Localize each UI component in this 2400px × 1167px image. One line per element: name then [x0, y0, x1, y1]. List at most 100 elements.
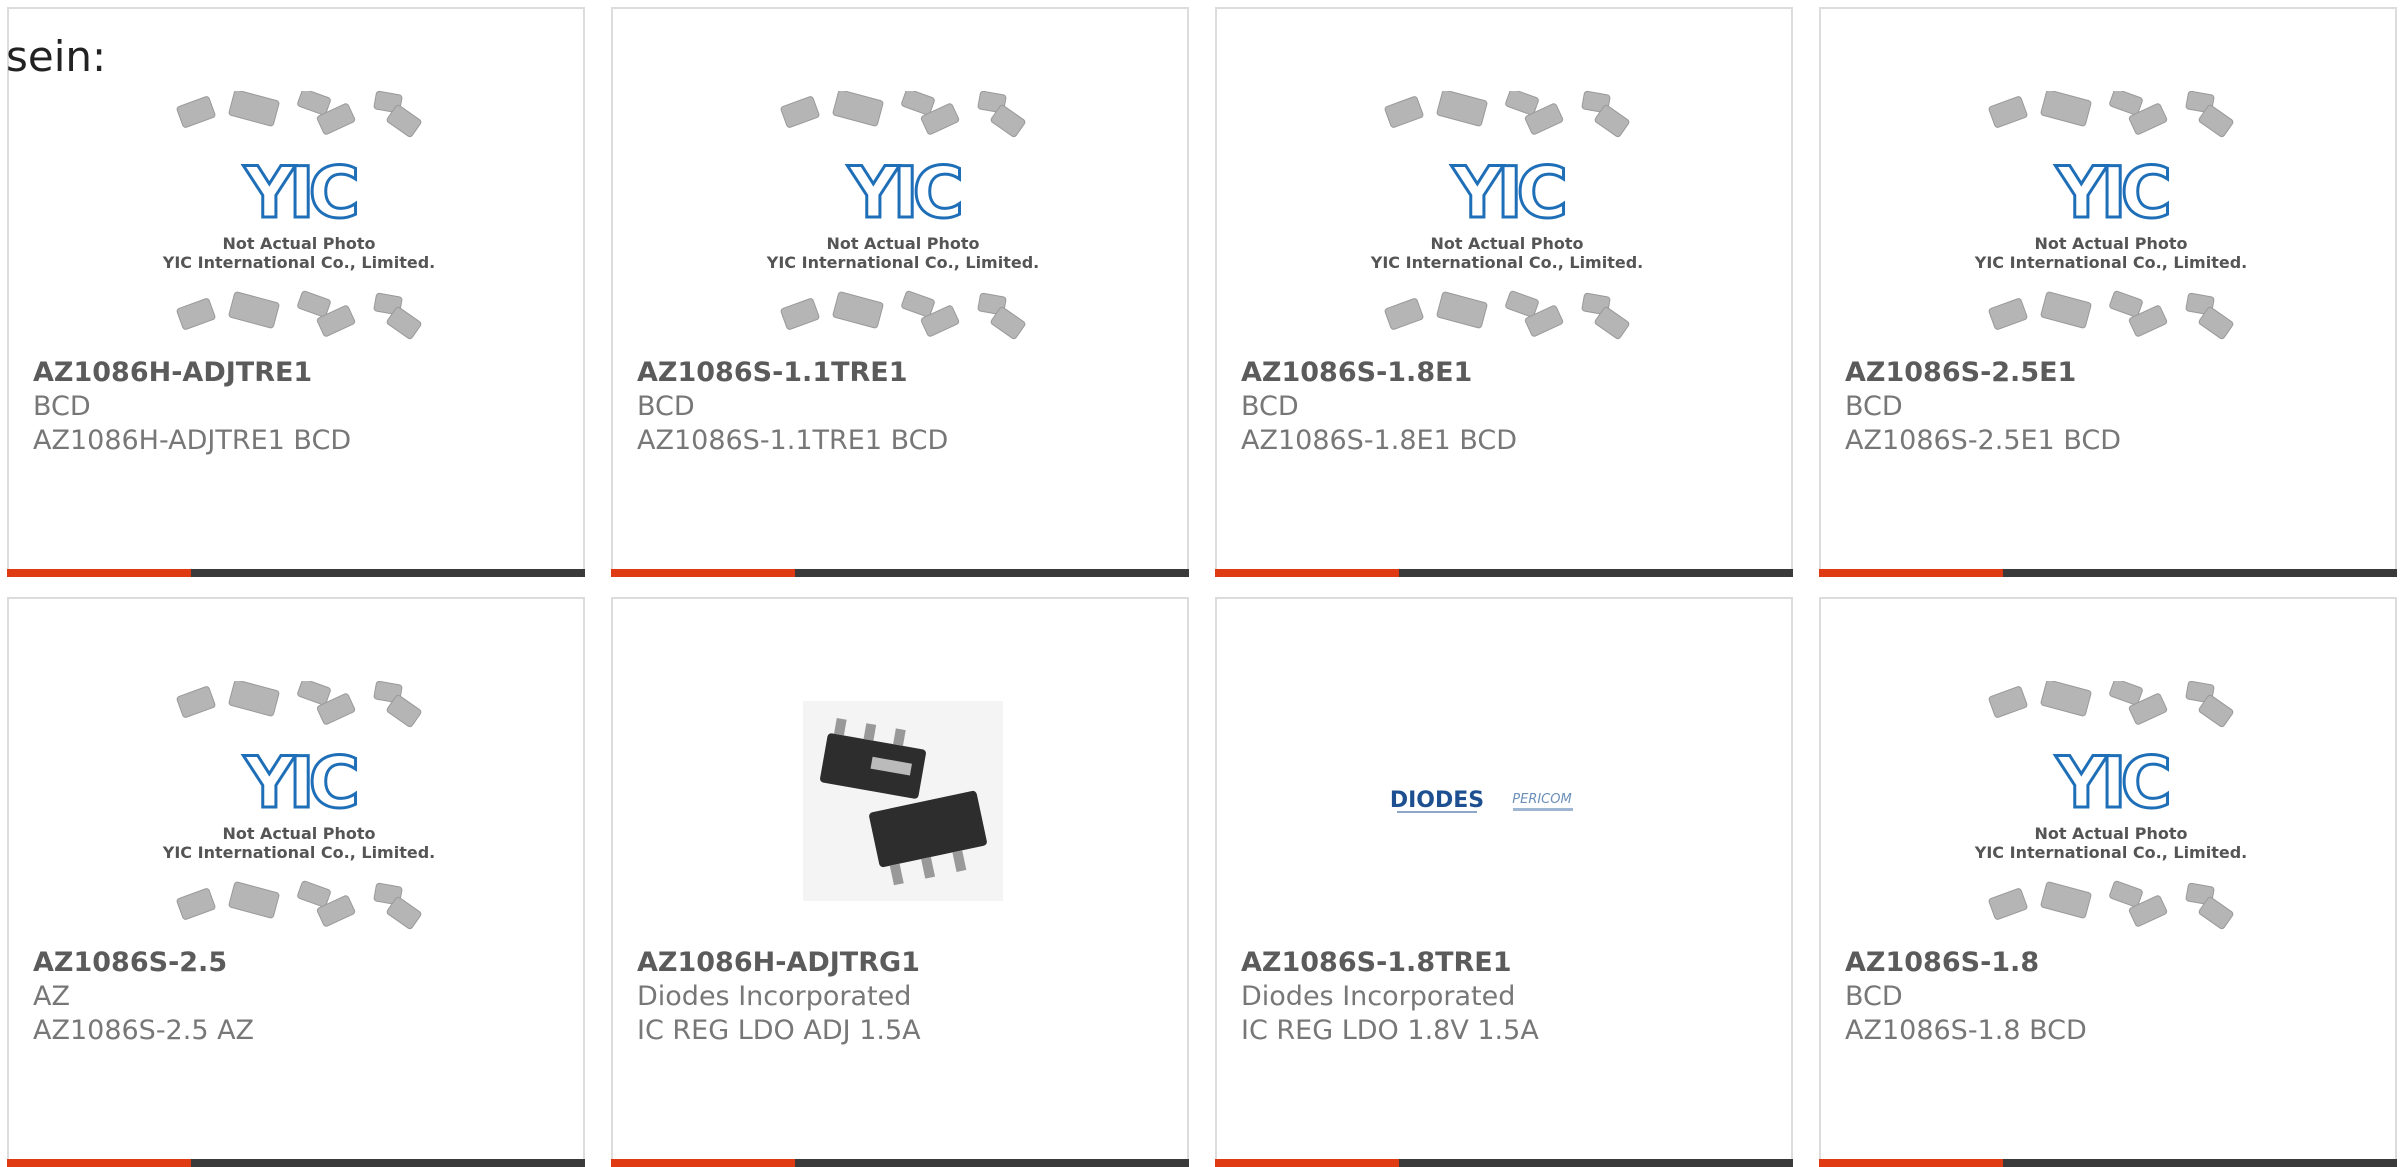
chip-package-icon	[1505, 290, 1539, 318]
card-accent-segment	[7, 1159, 191, 1167]
svg-text:PERICOM: PERICOM	[1512, 792, 1571, 807]
product-manufacturer: BCD	[33, 391, 91, 422]
chip-package-icon	[297, 880, 331, 908]
chip-package-icon	[297, 91, 331, 116]
chip-package-icon	[2109, 290, 2143, 318]
placeholder-company: YIC International Co., Limited.	[1370, 253, 1643, 272]
yic-logo-icon: YIC	[243, 742, 356, 824]
chip-package-icon	[901, 290, 935, 318]
card-accent-bar	[611, 569, 1189, 577]
product-manufacturer: Diodes Incorporated	[637, 981, 912, 1012]
chip-package-icon	[2040, 681, 2092, 717]
chip-package-icon	[1436, 291, 1488, 329]
product-card[interactable]: YIC Not Actual Photo YIC International Co.…	[7, 597, 585, 1167]
product-part-number[interactable]: AZ1086S-1.8	[1845, 947, 2039, 978]
chip-package-icon	[228, 681, 280, 717]
product-description: IC REG LDO ADJ 1.5A	[637, 1015, 921, 1046]
chip-package-icon	[2040, 881, 2092, 919]
card-accent-bar	[1819, 569, 2397, 577]
product-manufacturer: BCD	[1241, 391, 1299, 422]
chip-package-icon	[780, 298, 820, 330]
chip-package-icon	[1988, 686, 2028, 718]
yic-logo-icon: YIC	[243, 152, 356, 234]
placeholder-note: Not Actual Photo	[222, 234, 375, 253]
product-part-number[interactable]: AZ1086H-ADJTRG1	[637, 947, 920, 978]
product-image-diodes-logo: DIODES PERICOM	[1367, 681, 1647, 939]
chip-package-icon	[176, 96, 216, 128]
product-image-chip	[763, 681, 1043, 939]
yic-logo-icon: YIC	[2055, 742, 2168, 824]
product-description: AZ1086S-1.8 BCD	[1845, 1015, 2087, 1046]
chip-package-icon	[901, 91, 935, 116]
card-accent-segment	[1215, 1159, 1399, 1167]
product-part-number[interactable]: AZ1086S-2.5	[33, 947, 227, 978]
chip-package-icon	[1988, 96, 2028, 128]
product-part-number[interactable]: AZ1086S-1.8E1	[1241, 357, 1472, 388]
product-description: AZ1086S-2.5 AZ	[33, 1015, 255, 1046]
intro-text: sein:	[6, 32, 107, 81]
product-description: AZ1086S-1.1TRE1 BCD	[637, 425, 949, 456]
chip-package-icon	[176, 888, 216, 920]
placeholder-note: Not Actual Photo	[1430, 234, 1583, 253]
product-card[interactable]: AZ1086H-ADJTRG1 Diodes Incorporated IC R…	[611, 597, 1189, 1167]
product-description: AZ1086S-1.8E1 BCD	[1241, 425, 1518, 456]
chip-package-icon	[297, 290, 331, 318]
product-card[interactable]: YIC Not Actual Photo YIC International Co.…	[611, 7, 1189, 577]
card-accent-segment	[611, 1159, 795, 1167]
product-description: IC REG LDO 1.8V 1.5A	[1241, 1015, 1539, 1046]
chip-package-icon	[832, 291, 884, 329]
product-image-placeholder: YIC Not Actual Photo YIC International Co.…	[1971, 91, 2251, 349]
card-accent-segment	[1215, 569, 1399, 577]
chip-package-icon	[176, 686, 216, 718]
chip-package-icon	[176, 298, 216, 330]
chip-package-icon	[2109, 91, 2143, 116]
chip-package-icon	[832, 91, 884, 127]
card-accent-bar	[7, 1159, 585, 1167]
card-accent-bar	[1819, 1159, 2397, 1167]
chip-package-icon	[1505, 91, 1539, 116]
product-image-placeholder: YIC Not Actual Photo YIC International Co.…	[1971, 681, 2251, 939]
product-part-number[interactable]: AZ1086H-ADJTRE1	[33, 357, 312, 388]
chip-package-icon	[1988, 298, 2028, 330]
product-card[interactable]: YIC Not Actual Photo YIC International Co.…	[7, 7, 585, 577]
product-image-placeholder: YIC Not Actual Photo YIC International Co.…	[159, 681, 439, 939]
chip-package-icon	[1436, 91, 1488, 127]
chip-package-icon	[1384, 298, 1424, 330]
product-part-number[interactable]: AZ1086S-1.1TRE1	[637, 357, 908, 388]
product-manufacturer: BCD	[1845, 981, 1903, 1012]
card-accent-segment	[1819, 569, 2003, 577]
chip-package-icon	[780, 96, 820, 128]
product-part-number[interactable]: AZ1086S-1.8TRE1	[1241, 947, 1512, 978]
diodes-logo-icon: DIODES PERICOM	[1390, 788, 1573, 813]
placeholder-company: YIC International Co., Limited.	[162, 253, 435, 272]
yic-logo-icon: YIC	[1451, 152, 1564, 234]
product-image-placeholder: YIC Not Actual Photo YIC International Co.…	[763, 91, 1043, 349]
product-manufacturer: BCD	[1845, 391, 1903, 422]
chip-package-icon	[2109, 681, 2143, 706]
card-accent-bar	[1215, 569, 1793, 577]
chip-package-icon	[228, 291, 280, 329]
card-accent-bar	[611, 1159, 1189, 1167]
yic-logo-icon: YIC	[2055, 152, 2168, 234]
placeholder-note: Not Actual Photo	[2034, 234, 2187, 253]
placeholder-company: YIC International Co., Limited.	[1974, 843, 2247, 862]
product-card[interactable]: DIODES PERICOM AZ1086S-1.8TRE1 Diodes Inc…	[1215, 597, 1793, 1167]
placeholder-company: YIC International Co., Limited.	[766, 253, 1039, 272]
chip-package-icon	[2040, 291, 2092, 329]
placeholder-company: YIC International Co., Limited.	[1974, 253, 2247, 272]
product-image-placeholder: YIC Not Actual Photo YIC International Co.…	[1367, 91, 1647, 349]
card-accent-segment	[611, 569, 795, 577]
product-card[interactable]: YIC Not Actual Photo YIC International Co.…	[1819, 597, 2397, 1167]
product-manufacturer: AZ	[33, 981, 70, 1012]
product-card[interactable]: YIC Not Actual Photo YIC International Co.…	[1819, 7, 2397, 577]
placeholder-note: Not Actual Photo	[826, 234, 979, 253]
product-part-number[interactable]: AZ1086S-2.5E1	[1845, 357, 2076, 388]
product-card[interactable]: YIC Not Actual Photo YIC International Co.…	[1215, 7, 1793, 577]
placeholder-note: Not Actual Photo	[2034, 824, 2187, 843]
yic-logo-icon: YIC	[847, 152, 960, 234]
product-image-placeholder: YIC Not Actual Photo YIC International Co.…	[159, 91, 439, 349]
product-manufacturer: Diodes Incorporated	[1241, 981, 1516, 1012]
product-manufacturer: BCD	[637, 391, 695, 422]
placeholder-company: YIC International Co., Limited.	[162, 843, 435, 862]
chip-package-icon	[228, 881, 280, 919]
